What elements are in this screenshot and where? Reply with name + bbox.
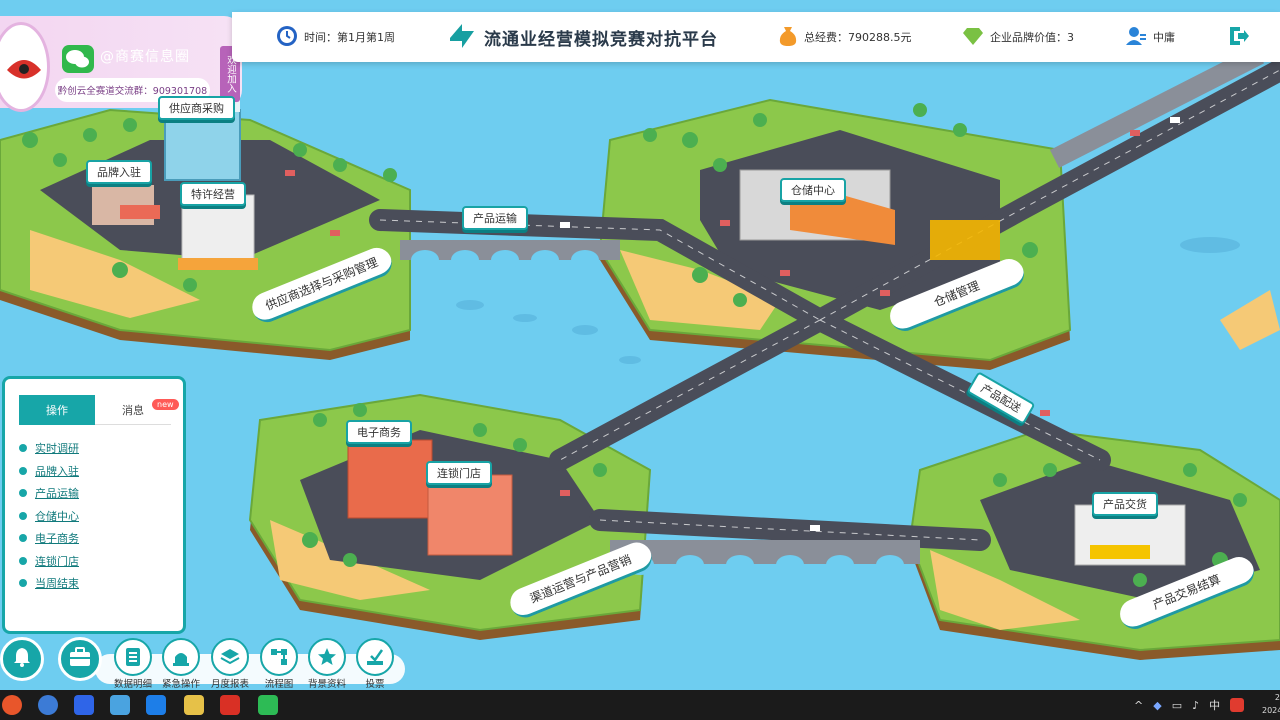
monitor-icon[interactable] xyxy=(110,695,130,715)
wechat-group-title: @商赛信息圈 xyxy=(100,49,190,65)
clock-time: 2 xyxy=(1274,693,1280,702)
op-item-end-week[interactable]: 当周结束 xyxy=(19,572,79,595)
tool-label: 流程图 xyxy=(264,679,294,690)
tool-label: 投票 xyxy=(365,679,385,690)
franchise-label[interactable]: 特许经营 xyxy=(180,182,246,206)
video-icon[interactable] xyxy=(146,695,166,715)
alarm-light-icon xyxy=(162,638,200,676)
tool-label: 背景资料 xyxy=(307,679,346,690)
bullet-icon xyxy=(19,444,27,453)
clock[interactable]: 2 2024 xyxy=(1262,691,1280,717)
op-item-ecommerce[interactable]: 电子商务 xyxy=(19,527,79,550)
top-bar: 时间：第1月第1周 流通业经营模拟竞赛对抗平台 总经费：790288.5元 企业… xyxy=(232,12,1280,62)
ballot-icon xyxy=(356,638,394,676)
bullet-icon xyxy=(19,556,27,565)
op-item-label: 连锁门店 xyxy=(35,554,79,568)
tool-label: 紧急操作 xyxy=(161,679,200,690)
bullet-icon xyxy=(19,579,27,588)
logout-icon xyxy=(1228,25,1250,50)
emergency-operation-button[interactable]: 紧急操作 xyxy=(156,638,206,690)
operation-panel: 操作 消息 new 实时调研 品牌入驻 产品运输 仓储中心 电子商务 连锁门店 … xyxy=(2,376,186,634)
clock-icon xyxy=(276,25,298,50)
ime-app-icon[interactable] xyxy=(1230,698,1245,712)
op-item-warehouse-center[interactable]: 仓储中心 xyxy=(19,505,79,528)
wechat-icon xyxy=(62,45,94,73)
op-item-label: 产品运输 xyxy=(35,487,79,501)
brand-value-text: 企业品牌价值：3 xyxy=(990,31,1074,44)
op-item-product-transport[interactable]: 产品运输 xyxy=(19,482,79,505)
op-item-label: 当周结束 xyxy=(35,577,79,591)
op-item-label: 电子商务 xyxy=(35,532,79,546)
browser-icon[interactable] xyxy=(38,695,58,715)
platform-title-text: 流通业经营模拟竞赛对抗平台 xyxy=(484,29,718,50)
toolbox-button[interactable] xyxy=(58,637,102,681)
star-icon xyxy=(308,638,346,676)
operation-tabs: 操作 消息 xyxy=(19,395,171,425)
new-message-badge: new xyxy=(152,399,179,410)
ime-indicator[interactable]: 中 xyxy=(1209,697,1220,713)
op-item-label: 实时调研 xyxy=(35,442,79,456)
op-item-brand-entry[interactable]: 品牌入驻 xyxy=(19,460,79,483)
exchange-arrows-icon xyxy=(446,20,478,55)
notification-button[interactable] xyxy=(0,637,44,681)
tool-label: 数据明细 xyxy=(113,679,152,690)
wps-icon[interactable] xyxy=(220,695,240,715)
total-cost: 总经费：790288.5元 xyxy=(778,12,912,62)
tool-label: 月度报表 xyxy=(210,679,249,690)
diamond-icon xyxy=(962,26,984,49)
tab-operations[interactable]: 操作 xyxy=(19,395,95,425)
bullet-icon xyxy=(19,489,27,498)
user-icon xyxy=(1125,26,1147,49)
op-item-chain-store[interactable]: 连锁门店 xyxy=(19,550,79,573)
tray-chevron-icon[interactable]: ^ xyxy=(1134,699,1143,712)
data-details-button[interactable]: 数据明细 xyxy=(108,638,158,690)
game-time-text: 时间：第1月第1周 xyxy=(304,31,395,44)
brand-entry-label[interactable]: 品牌入驻 xyxy=(86,160,152,184)
total-cost-text: 总经费：790288.5元 xyxy=(804,31,912,44)
warehouse-center-label[interactable]: 仓储中心 xyxy=(780,178,846,202)
product-trade-label[interactable]: 产品交货 xyxy=(1092,492,1158,516)
op-item-label: 仓储中心 xyxy=(35,509,79,523)
money-bag-icon xyxy=(778,25,798,50)
volume-icon[interactable]: ♪ xyxy=(1192,699,1199,712)
user-info[interactable]: 中庸 xyxy=(1125,12,1175,62)
network-icon[interactable]: ▭ xyxy=(1172,699,1182,712)
platform-title: 流通业经营模拟竞赛对抗平台 xyxy=(446,12,718,62)
op-item-label: 品牌入驻 xyxy=(35,464,79,478)
group-logo xyxy=(0,22,50,112)
folder-icon[interactable] xyxy=(184,695,204,715)
app-icon[interactable] xyxy=(74,695,94,715)
chrome-icon[interactable] xyxy=(2,695,22,715)
background-info-button[interactable]: 背景资料 xyxy=(302,638,352,690)
chain-store-label[interactable]: 连锁门店 xyxy=(426,461,492,485)
brand-value: 企业品牌价值：3 xyxy=(962,12,1074,62)
flowchart-icon xyxy=(260,638,298,676)
document-icon xyxy=(114,638,152,676)
flowchart-button[interactable]: 流程图 xyxy=(254,638,304,690)
supplier-purchase-label[interactable]: 供应商采购 xyxy=(158,96,235,120)
product-transport-label[interactable]: 产品运输 xyxy=(462,206,528,230)
wechat-group-panel: @商赛信息圈 黔创云全赛道交流群：909301708 欢迎加入 xyxy=(0,16,242,112)
bullet-icon xyxy=(19,511,27,520)
briefcase-icon xyxy=(68,647,92,671)
system-tray: ^ ◆ ▭ ♪ 中 xyxy=(1134,690,1254,720)
clock-date: 2024 xyxy=(1262,706,1280,715)
bullet-icon xyxy=(19,534,27,543)
ecommerce-label[interactable]: 电子商务 xyxy=(346,420,412,444)
game-time: 时间：第1月第1周 xyxy=(276,12,395,62)
op-item-realtime-research[interactable]: 实时调研 xyxy=(19,437,79,460)
vote-button[interactable]: 投票 xyxy=(350,638,400,690)
logout-button[interactable] xyxy=(1228,12,1250,62)
operation-list: 实时调研 品牌入驻 产品运输 仓储中心 电子商务 连锁门店 当周结束 xyxy=(19,437,79,595)
wechat-taskbar-icon[interactable] xyxy=(258,695,278,715)
monthly-report-button[interactable]: 月度报表 xyxy=(205,638,255,690)
bell-icon xyxy=(11,646,33,672)
user-name: 中庸 xyxy=(1153,31,1175,44)
windows-taskbar: ^ ◆ ▭ ♪ 中 2 2024 xyxy=(0,690,1280,720)
shield-icon[interactable]: ◆ xyxy=(1153,699,1161,712)
layers-icon xyxy=(211,638,249,676)
bullet-icon xyxy=(19,466,27,475)
